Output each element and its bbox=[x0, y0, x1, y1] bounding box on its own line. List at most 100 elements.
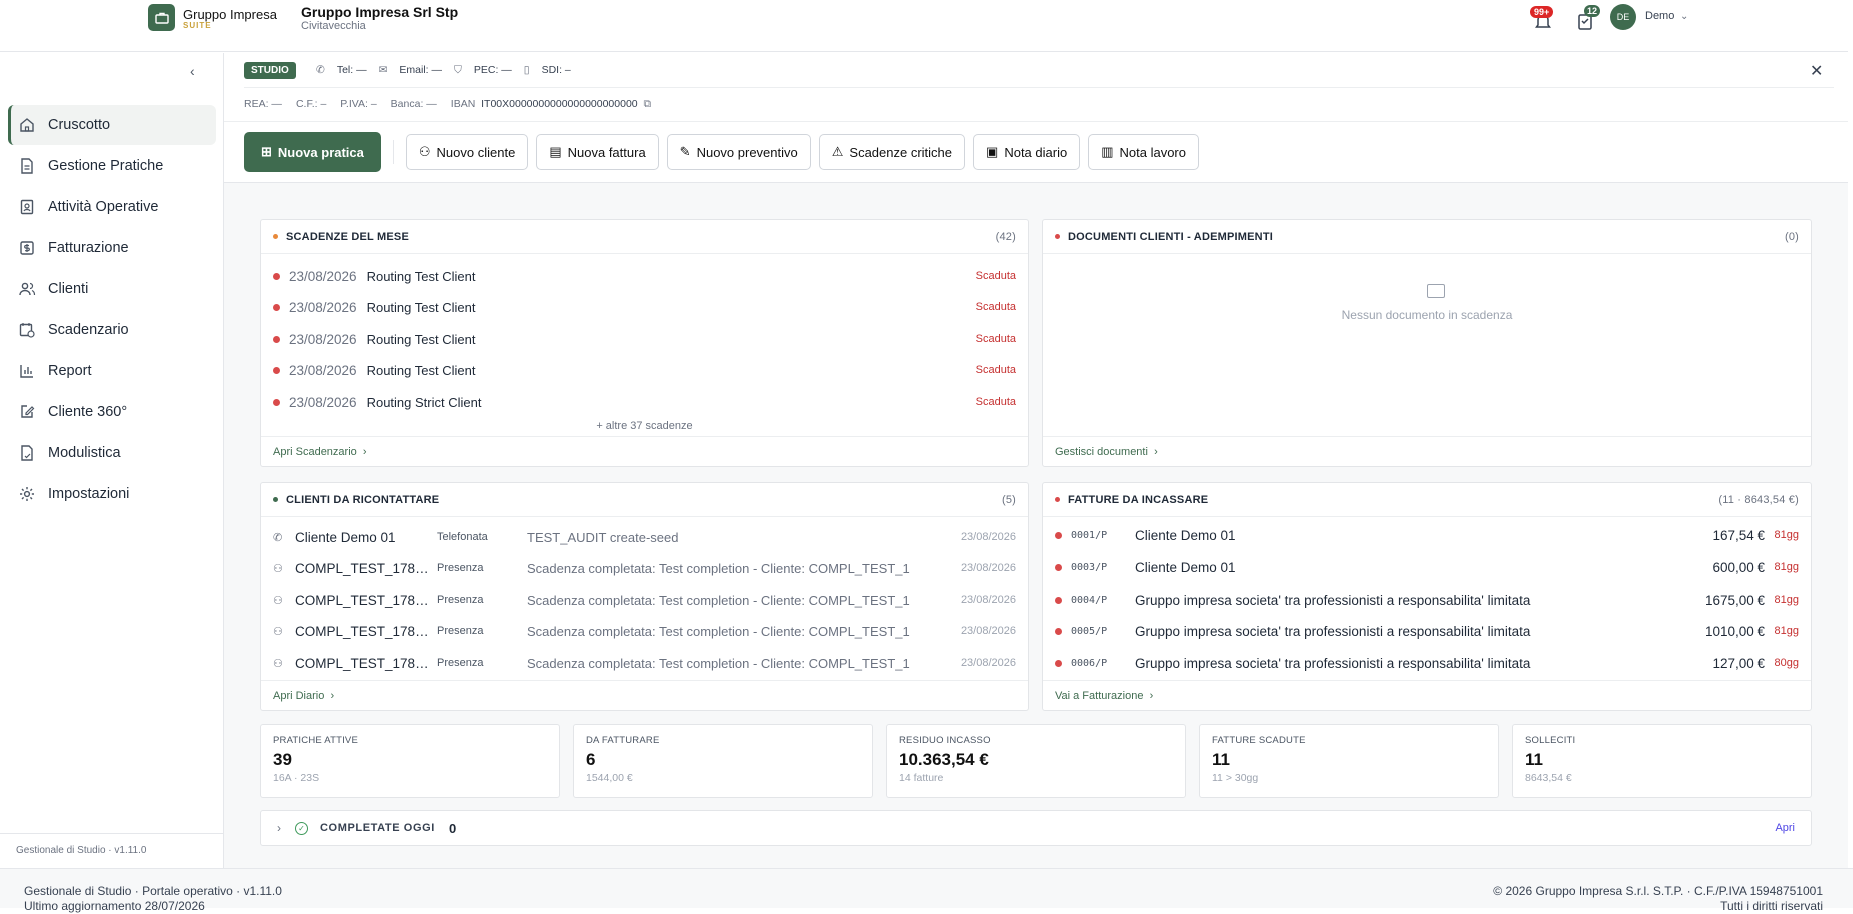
deadline-row[interactable]: 23/08/2026 Routing Test Client Scaduta bbox=[273, 297, 1016, 317]
recontact-row[interactable]: ⚇ COMPL_TEST_1787... Presenza Scadenza comp… bbox=[273, 621, 1016, 641]
chevron-right-icon[interactable]: › bbox=[277, 821, 281, 835]
status-dot bbox=[1055, 659, 1062, 667]
deadline-row[interactable]: 23/08/2026 Routing Test Client Scaduta bbox=[273, 360, 1016, 380]
invoice-row[interactable]: 0006/P Gruppo impresa societa' tra profes… bbox=[1055, 653, 1799, 673]
stat-sub: 16A · 23S bbox=[273, 772, 320, 784]
invoice-row[interactable]: 0004/P Gruppo impresa societa' tra profes… bbox=[1055, 590, 1799, 610]
collapse-sidebar-chevron-left-icon[interactable]: ‹ bbox=[190, 63, 195, 79]
invoice-row[interactable]: 0003/P Cliente Demo 01 600,00 € 81gg bbox=[1055, 557, 1799, 577]
studio-fiscal-info: REA: — C.F.: – P.IVA: – Banca: — IBAN IT… bbox=[244, 98, 651, 111]
stat-reminders[interactable]: SOLLECITI 11 8643,54 € bbox=[1512, 724, 1812, 798]
deadline-client: Routing Test Client bbox=[366, 331, 476, 347]
go-to-invoicing-link[interactable]: Vai a Fatturazione › bbox=[1043, 680, 1811, 710]
link-label: Vai a Fatturazione bbox=[1055, 689, 1144, 702]
invoice-overdue-days: 81gg bbox=[1774, 529, 1799, 541]
more-deadlines-link[interactable]: + altre 37 scadenze bbox=[261, 420, 1028, 432]
deadline-row[interactable]: 23/08/2026 Routing Test Client Scaduta bbox=[273, 329, 1016, 349]
card-count: (5) bbox=[1001, 493, 1016, 506]
phone-icon: ✆ bbox=[273, 531, 283, 544]
studio-badge: STUDIO bbox=[244, 62, 296, 79]
invoice-client: Cliente Demo 01 bbox=[1135, 559, 1236, 575]
user-check-icon: ⚇ bbox=[273, 657, 283, 670]
divider bbox=[392, 140, 394, 164]
stat-overdue-invoices[interactable]: FATTURE SCADUTE 11 11 > 30gg bbox=[1199, 724, 1499, 798]
stat-active-practices[interactable]: PRATICHE ATTIVE 39 16A · 23S bbox=[260, 724, 560, 798]
recontact-row[interactable]: ⚇ COMPL_TEST_1787... Presenza Scadenza comp… bbox=[273, 590, 1016, 610]
company-name[interactable]: Gruppo Impresa Srl Stp bbox=[301, 4, 458, 20]
page-footer: Gestionale di Studio · Portale operativo… bbox=[0, 868, 1853, 913]
card-header: FATTURE DA INCASSARE (11 · 8643,54 €) bbox=[1043, 483, 1811, 517]
status-badge: Scaduta bbox=[975, 270, 1016, 282]
new-quote-button[interactable]: ✎ Nuovo preventivo bbox=[666, 134, 811, 170]
sidebar-item-clienti[interactable]: Clienti bbox=[8, 269, 216, 309]
open-diary-link[interactable]: Apri Diario › bbox=[261, 680, 1028, 710]
new-invoice-button[interactable]: ▤ Nuova fattura bbox=[536, 134, 659, 170]
invoice-amount: 127,00 € bbox=[1712, 655, 1765, 671]
iban-label: IBAN bbox=[450, 98, 476, 110]
open-completed-link[interactable]: Apri bbox=[1775, 822, 1795, 834]
invoice-amount: 167,54 € bbox=[1712, 527, 1765, 543]
user-name[interactable]: Demo bbox=[1645, 10, 1674, 22]
receipt-icon: ▤ bbox=[549, 144, 562, 159]
stat-to-invoice[interactable]: DA FATTURARE 6 1544,00 € bbox=[573, 724, 873, 798]
stat-residual-collection[interactable]: RESIDUO INCASSO 10.363,54 € 14 fatture bbox=[886, 724, 1186, 798]
recontact-row[interactable]: ⚇ COMPL_TEST_1787... Presenza Scadenza comp… bbox=[273, 558, 1016, 578]
chevron-right-icon: › bbox=[330, 689, 335, 702]
sidebar-item-cliente-360[interactable]: Cliente 360° bbox=[8, 392, 216, 432]
manage-documents-link[interactable]: Gestisci documenti › bbox=[1043, 436, 1811, 466]
recontact-row[interactable]: ✆ Cliente Demo 01 Telefonata TEST_AUDIT cre… bbox=[273, 527, 1016, 547]
sidebar-item-scadenzario[interactable]: Scadenzario bbox=[8, 310, 216, 350]
clipboard-note-icon: ▥ bbox=[1101, 144, 1114, 159]
main-content: STUDIO ✆ Tel: — ✉ Email: — ⛉ PEC: — ▯ SDI: –… bbox=[224, 53, 1848, 868]
app-version: Gestionale di Studio · v1.11.0 bbox=[16, 845, 147, 856]
diary-note-button[interactable]: ▣ Nota diario bbox=[973, 134, 1081, 170]
work-note-button[interactable]: ▥ Nota lavoro bbox=[1088, 134, 1199, 170]
sidebar-item-impostazioni[interactable]: Impostazioni bbox=[8, 474, 216, 514]
card-title: SCADENZE DEL MESE bbox=[286, 230, 409, 243]
sidebar-item-label: Attività Operative bbox=[48, 199, 159, 215]
sidebar-item-label: Scadenzario bbox=[48, 322, 129, 338]
deadline-row[interactable]: 23/08/2026 Routing Strict Client Scaduta bbox=[273, 392, 1016, 412]
stat-value: 10.363,54 € bbox=[899, 750, 989, 769]
card-title: CLIENTI DA RICONTATTARE bbox=[286, 493, 440, 506]
deadline-row[interactable]: 23/08/2026 Routing Test Client Scaduta bbox=[273, 266, 1016, 286]
deadlines-card: SCADENZE DEL MESE (42) 23/08/2026 Routing… bbox=[260, 219, 1029, 467]
sidebar-item-attivita-operative[interactable]: Attività Operative bbox=[8, 187, 216, 227]
invoice-row[interactable]: 0005/P Gruppo impresa societa' tra profes… bbox=[1055, 621, 1799, 641]
sidebar-item-report[interactable]: Report bbox=[8, 351, 216, 391]
deadline-client: Routing Test Client bbox=[366, 362, 476, 378]
open-scadenzario-link[interactable]: Apri Scadenzario › bbox=[261, 436, 1028, 466]
close-icon[interactable]: ✕ bbox=[1810, 61, 1823, 81]
completed-today-panel[interactable]: › ✓ COMPLETATE OGGI 0 Apri bbox=[260, 810, 1812, 846]
user-plus-icon: ⚇ bbox=[418, 144, 431, 159]
sidebar-item-cruscotto[interactable]: Cruscotto bbox=[8, 105, 216, 145]
button-label: Nuova pratica bbox=[277, 144, 364, 160]
client-name: COMPL_TEST_1787... bbox=[295, 592, 431, 608]
client-documents-card: DOCUMENTI CLIENTI - ADEMPIMENTI (0) Ness… bbox=[1042, 219, 1812, 467]
sidebar-item-label: Modulistica bbox=[48, 445, 121, 461]
chevron-down-icon[interactable]: ⌄ bbox=[1680, 11, 1688, 22]
card-header: DOCUMENTI CLIENTI - ADEMPIMENTI (0) bbox=[1043, 220, 1811, 254]
deadline-client: Routing Test Client bbox=[366, 268, 476, 284]
new-client-button[interactable]: ⚇ Nuovo cliente bbox=[405, 134, 529, 170]
stat-value: 11 bbox=[1212, 750, 1230, 769]
avatar[interactable]: DE bbox=[1610, 4, 1636, 30]
clipboard-icon bbox=[20, 199, 34, 215]
new-practice-button[interactable]: ⊞ Nuova pratica bbox=[244, 132, 381, 172]
contact-note: Scadenza completata: Test completion - C… bbox=[527, 623, 910, 639]
sidebar-item-gestione-pratiche[interactable]: Gestione Pratiche bbox=[8, 146, 216, 186]
sidebar-item-fatturazione[interactable]: Fatturazione bbox=[8, 228, 216, 268]
invoice-amount: 1010,00 € bbox=[1704, 623, 1765, 639]
status-dot bbox=[1055, 531, 1062, 539]
notebook-icon: ▣ bbox=[986, 144, 999, 159]
critical-deadlines-button[interactable]: ⚠ Scadenze critiche bbox=[818, 134, 966, 170]
sidebar-item-modulistica[interactable]: Modulistica bbox=[8, 433, 216, 473]
card-count: (11 · 8643,54 €) bbox=[1718, 493, 1799, 506]
invoice-row[interactable]: 0001/P Cliente Demo 01 167,54 € 81gg bbox=[1055, 525, 1799, 545]
briefcase-logo-icon[interactable] bbox=[148, 4, 175, 31]
deadline-date: 23/08/2026 bbox=[289, 362, 357, 378]
copy-icon[interactable]: ⧉ bbox=[643, 98, 651, 110]
recontact-row[interactable]: ⚇ COMPL_TEST_1787... Presenza Scadenza comp… bbox=[273, 653, 1016, 673]
edit-icon bbox=[21, 405, 35, 418]
contact-note: Scadenza completata: Test completion - C… bbox=[527, 655, 910, 671]
